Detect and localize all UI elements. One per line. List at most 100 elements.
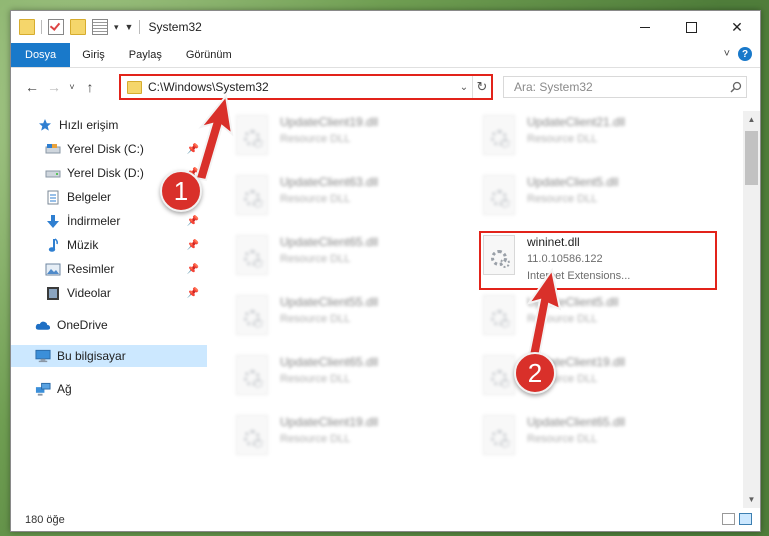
file-name: UpdateClient19.dll — [280, 115, 379, 129]
computer-icon — [35, 348, 51, 364]
recent-locations-button[interactable]: ˅ — [65, 82, 79, 92]
file-name: UpdateClient65.dll — [280, 235, 379, 249]
sidebar-item-label: Videolar — [67, 286, 111, 300]
tiles-view-icon[interactable] — [739, 513, 752, 525]
window-controls: ✕ — [622, 11, 760, 43]
list-item[interactable]: UpdateClient19.dll Resource DLL — [236, 111, 476, 163]
dll-file-icon — [236, 115, 268, 155]
back-button[interactable]: ← — [21, 79, 43, 95]
chevron-down-icon[interactable]: ⌄ — [456, 82, 472, 93]
list-item[interactable]: UpdateClient65.dll Resource DLL — [236, 351, 476, 403]
sidebar-item-label: Bu bilgisayar — [57, 349, 126, 363]
step-marker-2: 2 — [514, 352, 556, 394]
dll-file-icon — [236, 235, 268, 275]
maximize-button[interactable] — [668, 11, 714, 43]
sidebar-item-videos[interactable]: Videolar 📌 — [11, 282, 207, 304]
minimize-button[interactable] — [622, 11, 668, 43]
scrollbar-thumb[interactable] — [745, 131, 758, 185]
status-bar: 180 öğe — [11, 509, 760, 531]
scroll-up-arrow-icon[interactable]: ▲ — [743, 111, 760, 128]
pin-icon[interactable]: 📌 — [187, 288, 199, 299]
sidebar-item-quick-access[interactable]: Hızlı erişim — [11, 114, 207, 136]
separator — [41, 20, 42, 34]
sidebar-item-label: Belgeler — [67, 190, 112, 204]
file-description: Resource DLL — [527, 193, 598, 205]
address-bar[interactable]: C:\Windows\System32 ⌄ ↻ — [119, 74, 493, 100]
expand-ribbon-icon[interactable]: ˅ — [724, 48, 730, 60]
file-name: UpdateClient19.dll — [280, 415, 379, 429]
chevron-down-icon[interactable]: ▾ — [114, 22, 119, 33]
pin-icon[interactable]: 📌 — [187, 240, 199, 251]
file-description: Resource DLL — [280, 133, 351, 145]
file-name: UpdateClient65.dll — [280, 355, 379, 369]
sidebar-item-local-disk-c[interactable]: Yerel Disk (C:) 📌 — [11, 138, 207, 160]
step-marker-1: 1 — [160, 170, 202, 212]
dll-file-icon — [236, 415, 268, 455]
tab-giris[interactable]: Giriş — [70, 43, 117, 67]
sidebar-item-label: OneDrive — [57, 318, 108, 332]
forward-button[interactable]: → — [43, 79, 65, 95]
list-item[interactable]: UpdateClient21.dll Resource DLL — [483, 111, 723, 163]
highlight-box-wininet — [479, 231, 717, 290]
network-icon — [35, 381, 51, 397]
sidebar-item-label: Müzik — [67, 238, 99, 252]
sidebar-item-network[interactable]: Ağ — [11, 378, 207, 400]
sidebar-item-pictures[interactable]: Resimler 📌 — [11, 258, 207, 280]
documents-icon — [45, 189, 61, 205]
videos-icon — [45, 285, 61, 301]
sidebar-item-downloads[interactable]: İndirmeler 📌 — [11, 210, 207, 232]
sidebar-item-music[interactable]: Müzik 📌 — [11, 234, 207, 256]
file-description: Resource DLL — [280, 433, 351, 445]
sidebar-item-label: İndirmeler — [67, 214, 121, 228]
tab-paylas[interactable]: Paylaş — [117, 43, 174, 67]
sidebar-item-label: Yerel Disk (C:) — [67, 142, 144, 156]
properties-check-icon[interactable] — [48, 19, 64, 35]
tab-gorunum[interactable]: Görünüm — [174, 43, 244, 67]
help-icon[interactable]: ? — [738, 47, 752, 61]
file-name: UpdateClient5.dll — [527, 175, 619, 189]
list-item[interactable]: UpdateClient19.dll Resource DLL — [236, 411, 476, 463]
sidebar-item-label: Resimler — [67, 262, 115, 276]
search-icon[interactable] — [726, 81, 746, 93]
star-icon — [37, 117, 53, 133]
pin-icon[interactable]: 📌 — [187, 264, 199, 275]
refresh-button[interactable]: ↻ — [472, 76, 491, 98]
pin-icon[interactable]: 📌 — [187, 216, 199, 227]
downloads-icon — [45, 213, 61, 229]
pictures-icon — [45, 261, 61, 277]
sidebar-item-onedrive[interactable]: OneDrive — [11, 314, 207, 336]
drive-c-icon — [45, 141, 61, 157]
quick-access-toolbar: ▾ ▼ — [19, 19, 141, 35]
new-folder-icon[interactable] — [70, 19, 86, 35]
properties-icon[interactable] — [92, 19, 108, 35]
dll-file-icon — [236, 295, 268, 335]
details-view-icon[interactable] — [722, 513, 735, 525]
list-item[interactable]: UpdateClient5.dll Resource DLL — [483, 291, 723, 343]
explorer-window: ▾ ▼ System32 ✕ Dosya Giriş Paylaş Görünü… — [10, 10, 761, 532]
file-name: UpdateClient55.dll — [280, 295, 379, 309]
up-button[interactable]: ↑ — [79, 79, 101, 95]
folder-icon — [127, 80, 142, 94]
close-button[interactable]: ✕ — [714, 11, 760, 43]
list-item[interactable]: UpdateClient65.dll Resource DLL — [483, 411, 723, 463]
search-box[interactable] — [503, 76, 747, 98]
customize-toolbar-icon[interactable]: ▼ — [125, 22, 134, 32]
cloud-icon — [35, 317, 51, 333]
file-description: Resource DLL — [280, 313, 351, 325]
list-item[interactable]: UpdateClient65.dll Resource DLL — [236, 231, 476, 283]
dll-file-icon — [483, 415, 515, 455]
search-input[interactable] — [512, 79, 726, 95]
dll-file-icon — [483, 295, 515, 335]
sidebar-item-label: Yerel Disk (D:) — [67, 166, 144, 180]
sidebar-item-this-pc[interactable]: Bu bilgisayar — [11, 345, 207, 367]
address-path[interactable]: C:\Windows\System32 — [148, 80, 456, 94]
list-item[interactable]: UpdateClient55.dll Resource DLL — [236, 291, 476, 343]
list-item[interactable]: UpdateClient5.dll Resource DLL — [483, 171, 723, 223]
tab-dosya[interactable]: Dosya — [11, 43, 71, 67]
vertical-scrollbar[interactable]: ▲ ▼ — [743, 111, 760, 508]
sidebar-item-label: Hızlı erişim — [59, 118, 119, 132]
dll-file-icon — [236, 355, 268, 395]
scroll-down-arrow-icon[interactable]: ▼ — [743, 491, 760, 508]
pin-icon[interactable]: 📌 — [187, 144, 199, 155]
list-item[interactable]: UpdateClient63.dll Resource DLL — [236, 171, 476, 223]
